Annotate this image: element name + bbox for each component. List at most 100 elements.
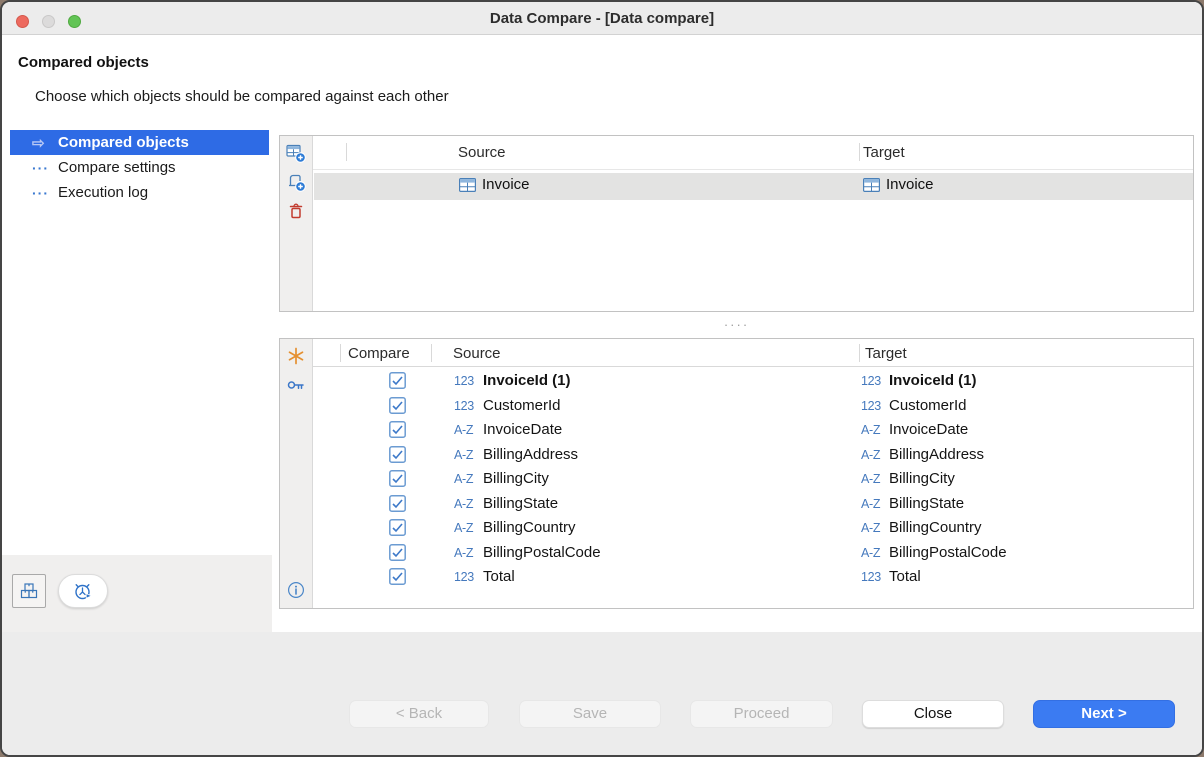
target-column-name: BillingCountry [889, 519, 982, 536]
column-row: 123 CustomerId 123 CustomerId [313, 394, 1193, 419]
page-title: Compared objects [18, 54, 149, 71]
source-column-name: BillingAddress [483, 446, 578, 463]
target-type-icon: 123 [861, 399, 889, 413]
source-column-name: InvoiceDate [483, 421, 562, 438]
sidebar-item-label: Compared objects [58, 134, 189, 151]
source-type-icon: A-Z [454, 423, 482, 437]
sidebar-item-execution-log[interactable]: ··· Execution log [10, 180, 269, 205]
sidebar-item-compare-settings[interactable]: ··· Compare settings [10, 155, 269, 180]
close-button[interactable]: Close [862, 700, 1004, 728]
table-icon [863, 178, 880, 192]
target-column-name: BillingAddress [889, 446, 984, 463]
proceed-button[interactable]: Proceed [690, 700, 833, 728]
target-type-icon: A-Z [861, 448, 889, 462]
column-row: A-Z BillingState A-Z BillingState [313, 492, 1193, 517]
column-row: A-Z BillingCountry A-Z BillingCountry [313, 516, 1193, 541]
data-compare-dialog: Data Compare - [Data compare] Compared o… [0, 0, 1204, 757]
columns-panel: Compare Source Target 123 InvoiceId (1) … [279, 338, 1194, 609]
source-column-name: BillingState [483, 495, 558, 512]
key-columns-icon[interactable] [286, 375, 306, 395]
scheduler-clock-icon [73, 581, 94, 601]
source-type-icon: A-Z [454, 521, 482, 535]
source-column-name: BillingCountry [483, 519, 576, 536]
footer-bar [2, 632, 1202, 755]
compare-checkbox[interactable] [389, 372, 406, 389]
target-column-name: BillingCity [889, 470, 955, 487]
column-row: A-Z InvoiceDate A-Z InvoiceDate [313, 418, 1193, 443]
compare-column-header: Compare [348, 345, 410, 362]
source-column-name: Total [483, 568, 515, 585]
back-button[interactable]: < Back [349, 700, 489, 728]
columns-target-header: Target [865, 345, 907, 362]
source-column-name: CustomerId [483, 397, 561, 414]
target-type-icon: A-Z [861, 472, 889, 486]
compare-checkbox[interactable] [389, 568, 406, 585]
columns-source-header: Source [453, 345, 501, 362]
sidebar-item-label: Execution log [58, 184, 148, 201]
source-object-name: Invoice [482, 176, 530, 193]
objects-source-header: Source [458, 144, 506, 161]
source-type-icon: A-Z [454, 448, 482, 462]
columns-list: 123 InvoiceId (1) 123 InvoiceId (1) 123 … [313, 369, 1193, 590]
compare-checkbox[interactable] [389, 495, 406, 512]
objects-grid-header [313, 136, 1193, 170]
compare-checkbox[interactable] [389, 446, 406, 463]
table-icon [459, 178, 476, 192]
titlebar[interactable]: Data Compare - [Data compare] [2, 2, 1202, 35]
compare-checkbox[interactable] [389, 421, 406, 438]
compare-checkbox[interactable] [389, 519, 406, 536]
compare-checkbox[interactable] [389, 544, 406, 561]
target-column-name: InvoiceDate [889, 421, 968, 438]
save-task-button[interactable] [12, 574, 46, 608]
delete-icon[interactable] [286, 201, 306, 221]
object-row-invoice[interactable]: Invoice Invoice [314, 173, 1193, 200]
add-table-icon[interactable] [286, 143, 306, 163]
column-row: A-Z BillingPostalCode A-Z BillingPostalC… [313, 541, 1193, 566]
sidebar-item-compared-objects[interactable]: ⇨ Compared objects [10, 130, 269, 155]
compared-objects-panel: Source Target Invoice Invoice [279, 135, 1194, 312]
save-button[interactable]: Save [519, 700, 661, 728]
columns-grid-header [313, 339, 1193, 367]
target-type-icon: A-Z [861, 521, 889, 535]
compare-checkbox[interactable] [389, 397, 406, 414]
source-type-icon: A-Z [454, 546, 482, 560]
current-step-arrow-icon: ⇨ [32, 134, 58, 152]
source-type-icon: A-Z [454, 497, 482, 511]
target-object-name: Invoice [886, 176, 934, 193]
source-type-icon: 123 [454, 570, 482, 584]
target-column-name: BillingState [889, 495, 964, 512]
target-column-name: CustomerId [889, 397, 967, 414]
target-column-name: InvoiceId (1) [889, 372, 977, 389]
step-dots-icon: ··· [32, 160, 58, 176]
sidebar-item-label: Compare settings [58, 159, 176, 176]
column-row: 123 Total 123 Total [313, 565, 1193, 590]
source-type-icon: A-Z [454, 472, 482, 486]
objects-target-header: Target [863, 144, 905, 161]
column-row: A-Z BillingCity A-Z BillingCity [313, 467, 1193, 492]
columns-toolbar [280, 339, 313, 608]
source-type-icon: 123 [454, 374, 482, 388]
compare-checkbox[interactable] [389, 470, 406, 487]
select-all-icon[interactable] [286, 346, 306, 366]
objects-toolbar [280, 136, 313, 311]
source-column-name: BillingPostalCode [483, 544, 601, 561]
wizard-steps-sidebar: ⇨ Compared objects ··· Compare settings … [10, 130, 269, 205]
add-object-icon[interactable] [286, 172, 306, 192]
task-boxes-icon [20, 582, 38, 600]
next-button[interactable]: Next > [1033, 700, 1175, 728]
source-column-name: BillingCity [483, 470, 549, 487]
target-type-icon: A-Z [861, 546, 889, 560]
target-type-icon: A-Z [861, 497, 889, 511]
schedule-task-button[interactable] [58, 574, 108, 608]
target-type-icon: A-Z [861, 423, 889, 437]
column-row: 123 InvoiceId (1) 123 InvoiceId (1) [313, 369, 1193, 394]
source-type-icon: 123 [454, 399, 482, 413]
page-subtitle: Choose which objects should be compared … [35, 88, 449, 105]
info-icon[interactable] [286, 580, 306, 600]
window-title: Data Compare - [Data compare] [2, 10, 1202, 27]
target-column-name: BillingPostalCode [889, 544, 1007, 561]
column-row: A-Z BillingAddress A-Z BillingAddress [313, 443, 1193, 468]
panel-splitter-handle[interactable]: ···· [279, 318, 1194, 331]
source-column-name: InvoiceId (1) [483, 372, 571, 389]
target-column-name: Total [889, 568, 921, 585]
